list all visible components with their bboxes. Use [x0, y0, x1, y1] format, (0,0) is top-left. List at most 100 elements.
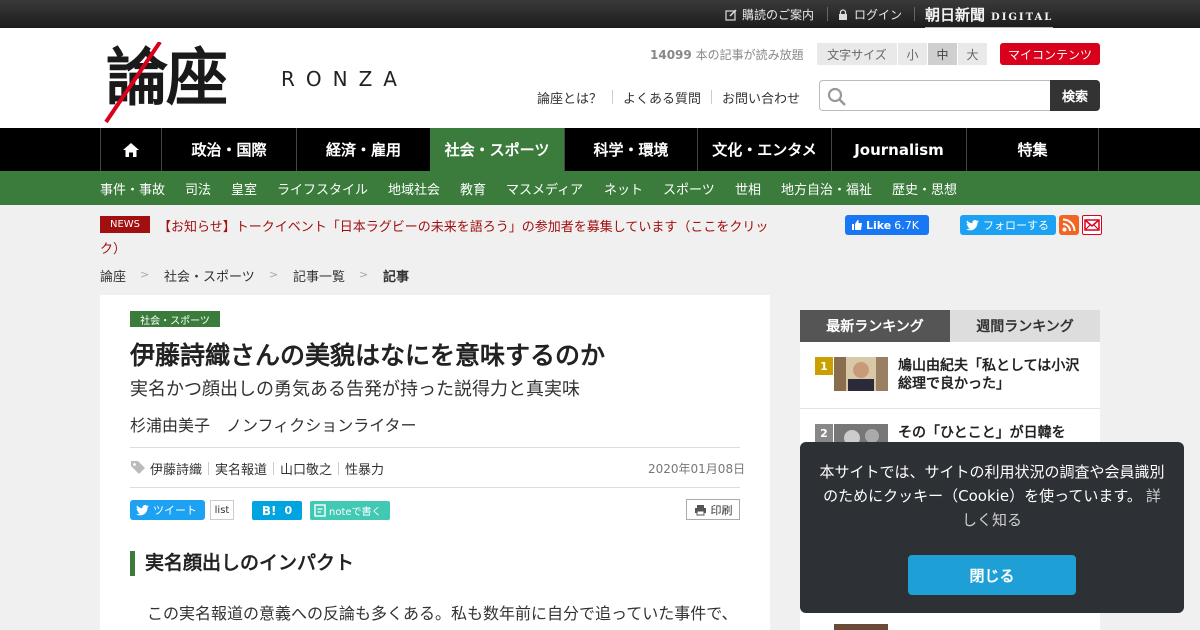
home-icon [123, 142, 139, 157]
asahi-digital-logo[interactable]: 朝日新聞 DIGITAL [925, 4, 1054, 28]
subnav-item[interactable]: 地域社会 [388, 179, 440, 198]
read-count: 14099 本の記事が読み放題 [650, 46, 804, 63]
edit-icon [725, 8, 737, 21]
breadcrumb-item-home[interactable]: 論座 [100, 266, 126, 285]
asahi-brand-sub: DIGITAL [991, 12, 1054, 23]
search-icon [827, 87, 846, 106]
article-title: 伊藤詩織さんの美貌はなにを意味するのか [130, 341, 606, 370]
my-contents-button[interactable]: マイコンテンツ [1000, 43, 1100, 65]
subscribe-link[interactable]: 購読のご案内 [725, 6, 814, 23]
main-nav: 政治・国際 経済・雇用 社会・スポーツ 科学・環境 文化・エンタメ Journa… [0, 128, 1200, 171]
tag-divider [338, 462, 339, 475]
nav-home[interactable] [100, 128, 161, 171]
nav-features[interactable]: 特集 [966, 128, 1099, 171]
ranking-item-title[interactable]: 鳩山由紀夫「私としては小沢総理で良かった」 [898, 357, 1088, 393]
tweet-label: ツイート [153, 504, 197, 517]
lock-icon [839, 8, 847, 20]
hatena-bookmark-button[interactable]: B! 0 [252, 501, 302, 520]
article-author[interactable]: 杉浦由美子 ノンフィクションライター [130, 412, 417, 436]
tag-divider [208, 462, 209, 475]
tag-link[interactable]: 実名報道 [215, 459, 267, 478]
mail-icon [1084, 219, 1100, 231]
note-button[interactable]: noteで書く [310, 501, 390, 520]
cookie-close-button[interactable]: 閉じる [908, 555, 1076, 595]
nav-science[interactable]: 科学・環境 [564, 128, 697, 171]
tag-divider [273, 462, 274, 475]
twitter-follow-label: フォローする [983, 219, 1049, 232]
search-input[interactable] [850, 85, 1045, 106]
nav-society-sports[interactable]: 社会・スポーツ [430, 128, 564, 171]
ranking-thumbnail [834, 624, 888, 630]
subnav-item[interactable]: 司法 [185, 179, 211, 198]
mail-button[interactable] [1082, 215, 1102, 235]
breadcrumb-item-category[interactable]: 社会・スポーツ [164, 266, 255, 285]
facebook-like-button[interactable]: Like 6.7K [845, 215, 929, 235]
fb-like-count: 6.7K [894, 218, 919, 232]
tag-link[interactable]: 性暴力 [345, 459, 384, 478]
nav-politics[interactable]: 政治・国際 [161, 128, 296, 171]
tag-icon [131, 461, 145, 474]
divider [130, 447, 740, 448]
twitter-bird-icon [966, 219, 979, 230]
subnav-item[interactable]: ネット [604, 179, 643, 198]
cookie-text: 本サイトでは、サイトの利用状況の調査や会員識別のためにクッキー（Cookie）を… [819, 463, 1165, 505]
about-link[interactable]: 論座とは？ [537, 88, 602, 107]
subnav-item[interactable]: 地方自治・福祉 [781, 179, 872, 198]
printer-icon [694, 504, 706, 515]
subnav-item[interactable]: 教育 [460, 179, 486, 198]
link-divider [711, 90, 712, 104]
article-subtitle: 実名かつ顔出しの勇気ある告発が持った説得力と真実味 [130, 379, 580, 400]
subnav-item[interactable]: 世相 [735, 179, 761, 198]
ranking-item-title[interactable]: その「ひとこと」が日韓を [898, 424, 1088, 442]
twitter-list-button[interactable]: list [210, 500, 234, 520]
subnav-item[interactable]: ライフスタイル [277, 179, 368, 198]
nav-culture[interactable]: 文化・エンタメ [697, 128, 831, 171]
topbar-divider [914, 7, 915, 21]
category-tag[interactable]: 社会・スポーツ [130, 311, 220, 327]
topbar-divider [827, 7, 828, 21]
subnav-item[interactable]: 事件・事故 [100, 179, 165, 198]
hatena-count: 0 [284, 504, 293, 517]
search-button[interactable]: 検索 [1050, 80, 1100, 111]
login-label: ログイン [854, 8, 903, 22]
twitter-follow-button[interactable]: フォローする [960, 215, 1056, 235]
news-link[interactable]: 【お知らせ】トークイベント「日本ラグビーの未来を語ろう」の参加者を募集しています… [100, 217, 780, 261]
faq-link[interactable]: よくある質問 [623, 88, 701, 107]
hatena-b-icon: B! [261, 503, 277, 518]
top-bar: 購読のご案内 ログイン 朝日新聞 DIGITAL [0, 0, 1200, 28]
thumbs-up-icon [852, 220, 862, 230]
subnav-item[interactable]: 歴史・思想 [892, 179, 957, 198]
breadcrumb-separator: > [269, 268, 279, 281]
tag-link[interactable]: 山口敬之 [280, 459, 332, 478]
ronza-latin: RONZA [281, 67, 408, 91]
twitter-bird-icon [136, 504, 149, 515]
contact-link[interactable]: お問い合わせ [722, 88, 800, 107]
note-icon [314, 504, 326, 517]
rank-number: 2 [815, 424, 833, 442]
tab-latest-ranking[interactable]: 最新ランキング [800, 310, 950, 342]
ranking-thumbnail[interactable] [834, 357, 888, 391]
rss-icon [1062, 218, 1076, 232]
rank-number: 1 [815, 357, 833, 375]
link-divider [612, 90, 613, 104]
nav-journalism[interactable]: Journalism [831, 128, 966, 171]
nav-economy[interactable]: 経済・雇用 [296, 128, 430, 171]
font-size-medium[interactable]: 中 [928, 43, 958, 65]
tag-link[interactable]: 伊藤詩織 [150, 459, 202, 478]
read-count-suffix: 本の記事が読み放題 [695, 48, 804, 62]
tweet-button[interactable]: ツイート [130, 500, 205, 520]
breadcrumb-item-list[interactable]: 記事一覧 [293, 266, 345, 285]
subnav-item[interactable]: 皇室 [231, 179, 257, 198]
tab-weekly-ranking[interactable]: 週間ランキング [950, 310, 1100, 342]
cookie-message: 本サイトでは、サイトの利用状況の調査や会員識別のためにクッキー（Cookie）を… [818, 460, 1166, 532]
print-button[interactable]: 印刷 [686, 499, 740, 520]
subnav-item[interactable]: マスメディア [506, 179, 583, 198]
font-size-label: 文字サイズ [817, 43, 898, 65]
font-size-small[interactable]: 小 [898, 43, 928, 65]
rss-button[interactable] [1059, 215, 1079, 235]
note-label: noteで書く [329, 507, 382, 518]
subnav-item[interactable]: スポーツ [663, 179, 715, 198]
login-link[interactable]: ログイン [837, 6, 902, 23]
section-heading: 実名顔出しのインパクト [130, 551, 354, 576]
font-size-large[interactable]: 大 [958, 43, 988, 65]
